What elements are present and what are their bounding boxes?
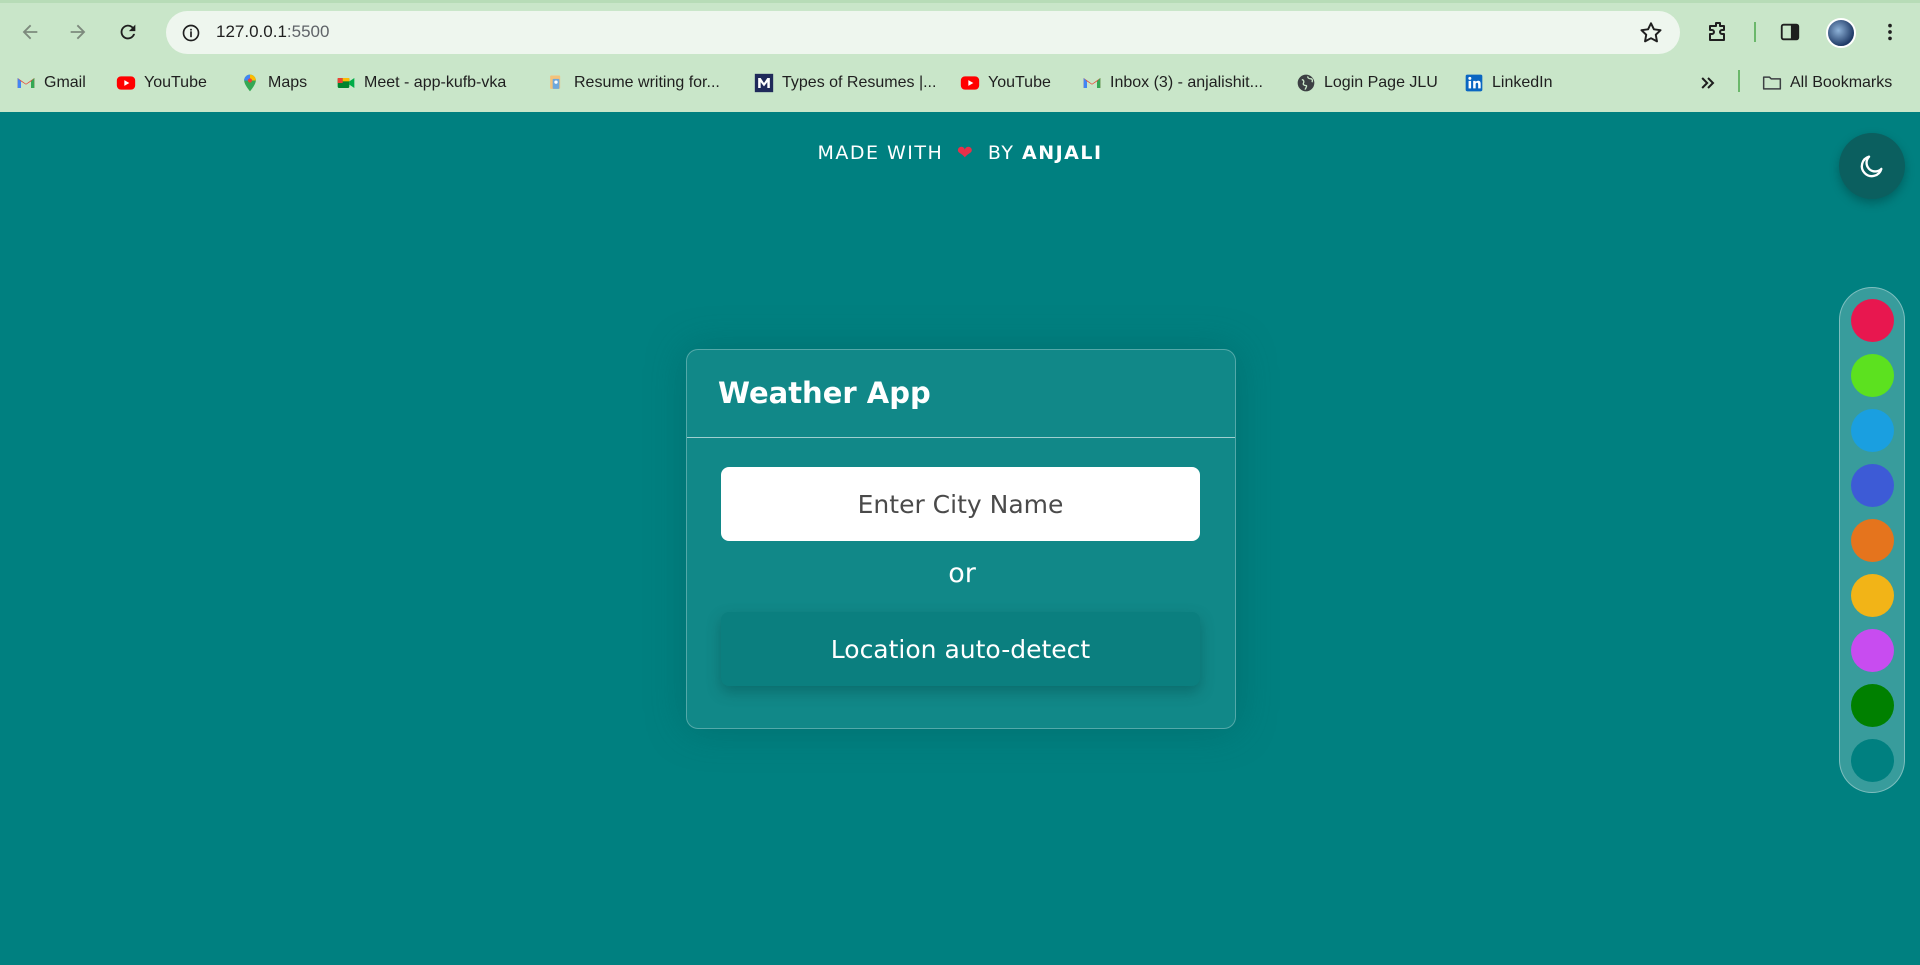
reload-button[interactable]: [112, 16, 144, 48]
address-bar[interactable]: 127.0.0.1:5500: [166, 11, 1680, 54]
linkedin-icon: [1464, 73, 1484, 93]
puzzle-icon: [1709, 22, 1725, 41]
bookmark-label: Meet - app-kufb-vka: [364, 74, 507, 91]
toolbar-divider: [1754, 22, 1756, 42]
arrow-left-icon: [22, 24, 38, 40]
color-swatch[interactable]: [1851, 299, 1894, 342]
color-swatch[interactable]: [1851, 739, 1894, 782]
profile-avatar[interactable]: [1826, 18, 1856, 48]
bookmark-label: YouTube: [144, 74, 207, 91]
menu-button[interactable]: [1874, 16, 1906, 48]
bookmark-linkedin[interactable]: LinkedIn: [1464, 70, 1553, 96]
side-panel-button[interactable]: [1774, 16, 1806, 48]
card-header: Weather App: [687, 350, 1235, 438]
color-palette: [1839, 287, 1905, 793]
color-swatch[interactable]: [1851, 629, 1894, 672]
all-bookmarks-button[interactable]: All Bookmarks: [1762, 70, 1892, 96]
bookmark-inbox[interactable]: Inbox (3) - anjalishit...: [1082, 70, 1263, 96]
bookmarks-divider: [1738, 70, 1740, 92]
heart-icon: ❤: [956, 142, 975, 164]
bookmark-star-icon[interactable]: [1638, 20, 1664, 46]
made-with-text: MADE WITH: [817, 142, 944, 164]
color-swatch[interactable]: [1851, 464, 1894, 507]
more-bookmarks-button[interactable]: [1698, 70, 1718, 96]
tab-strip-edge: [0, 0, 1920, 3]
page-body: MADE WITH ❤ BY ANJALI Weather App or Loc…: [0, 112, 1920, 965]
double-chevron-right-icon: [1698, 73, 1718, 93]
bookmark-label: LinkedIn: [1492, 74, 1553, 91]
site-info-icon[interactable]: [176, 18, 206, 48]
arrow-right-icon: [70, 24, 86, 40]
location-auto-detect-button[interactable]: Location auto-detect: [721, 612, 1200, 686]
bookmark-label: Resume writing for...: [574, 74, 720, 91]
extensions-button[interactable]: [1702, 16, 1734, 48]
bookmark-meet[interactable]: Meet - app-kufb-vka: [336, 70, 506, 96]
youtube-icon: [116, 73, 136, 93]
bookmark-label: Login Page JLU: [1324, 74, 1438, 91]
bookmark-youtube-2[interactable]: YouTube: [960, 70, 1051, 96]
globe-icon: [1296, 73, 1316, 93]
bookmark-maps[interactable]: Maps: [240, 70, 307, 96]
side-panel-icon: [1780, 23, 1800, 41]
folder-icon: [1762, 73, 1782, 93]
moon-icon: [1860, 155, 1883, 178]
reload-icon: [120, 24, 136, 40]
bookmark-label: Inbox (3) - anjalishit...: [1110, 74, 1263, 91]
forward-button[interactable]: [62, 16, 94, 48]
resume-icon: [546, 73, 566, 93]
author-name: ANJALI: [1021, 142, 1103, 164]
bookmarks-bar: Gmail YouTube Maps Meet - app-kufb-vka R…: [0, 66, 1920, 100]
color-swatch[interactable]: [1851, 354, 1894, 397]
color-swatch[interactable]: [1851, 519, 1894, 562]
back-button[interactable]: [14, 16, 46, 48]
dark-mode-toggle[interactable]: [1839, 133, 1905, 199]
bookmark-label: Gmail: [44, 74, 86, 91]
url-host: 127.0.0.1: [216, 22, 287, 41]
more-vert-icon: [1888, 23, 1892, 41]
bookmark-label: YouTube: [988, 74, 1051, 91]
or-separator: or: [948, 558, 976, 589]
bookmark-label: Maps: [268, 74, 308, 91]
weather-card: Weather App or Location auto-detect: [686, 349, 1236, 729]
by-text: BY: [987, 142, 1015, 164]
browser-chrome: 127.0.0.1:5500 Gmail YouTube Maps Meet -…: [0, 0, 1920, 112]
bookmark-label: Types of Resumes |...: [782, 74, 937, 91]
bookmark-resume-writing[interactable]: Resume writing for...: [546, 70, 720, 96]
gmail-icon: [16, 73, 36, 93]
color-swatch[interactable]: [1851, 409, 1894, 452]
color-swatch[interactable]: [1851, 684, 1894, 727]
maps-icon: [240, 73, 260, 93]
color-swatch[interactable]: [1851, 574, 1894, 617]
url-port: :5500: [286, 22, 330, 41]
meet-icon: [336, 73, 356, 93]
all-bookmarks-label: All Bookmarks: [1790, 74, 1893, 91]
bookmark-types-of-resumes[interactable]: Types of Resumes |...: [754, 70, 936, 96]
made-with-banner: MADE WITH ❤ BY ANJALI: [0, 142, 1920, 164]
app-title: Weather App: [718, 376, 931, 410]
url-text[interactable]: 127.0.0.1:5500: [216, 22, 329, 42]
gmail-icon: [1082, 73, 1102, 93]
youtube-icon: [960, 73, 980, 93]
city-input[interactable]: [721, 467, 1200, 541]
m-icon: [754, 73, 774, 93]
bookmark-login-page-jlu[interactable]: Login Page JLU: [1296, 70, 1438, 96]
bookmark-gmail[interactable]: Gmail: [16, 70, 86, 96]
bookmark-youtube[interactable]: YouTube: [116, 70, 207, 96]
